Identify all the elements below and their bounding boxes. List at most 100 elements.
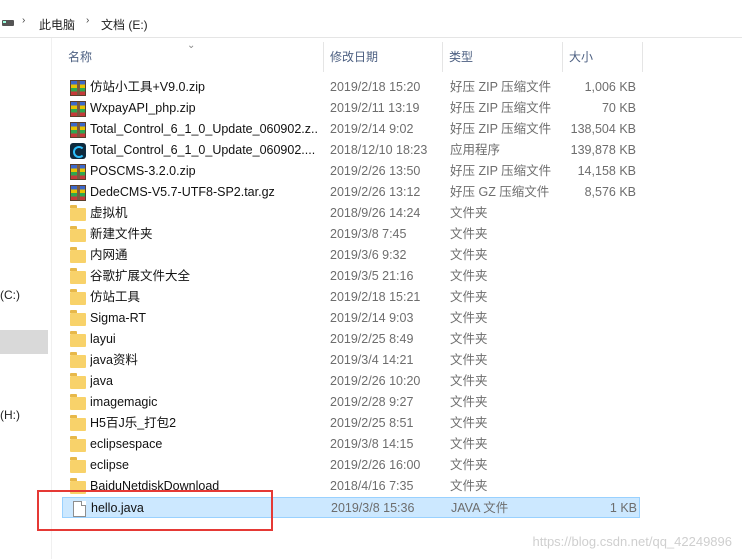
- file-size: [566, 245, 636, 266]
- file-name: 仿站工具: [90, 290, 141, 304]
- file-type: 好压 ZIP 压缩文件: [450, 164, 552, 178]
- zip-archive-icon: [70, 122, 86, 138]
- file-modified-date: 2018/9/26 14:24: [330, 206, 421, 220]
- file-row[interactable]: Total_Control_6_1_0_Update_060902.... 201…: [62, 140, 640, 161]
- nav-item-selected[interactable]: [0, 330, 48, 354]
- file-name: java: [90, 374, 113, 388]
- file-row[interactable]: layui 2019/2/25 8:49 文件夹: [62, 329, 640, 350]
- file-row[interactable]: eclipsespace 2019/3/8 14:15 文件夹: [62, 434, 640, 455]
- file-name: H5百J乐_打包2: [90, 416, 177, 430]
- folder-icon: [70, 352, 86, 368]
- folder-icon: [70, 373, 86, 389]
- file-type: 文件夹: [450, 248, 488, 262]
- file-size: [566, 413, 636, 434]
- file-row[interactable]: eclipse 2019/2/26 16:00 文件夹: [62, 455, 640, 476]
- file-modified-date: 2019/2/14 9:02: [330, 122, 414, 136]
- file-row[interactable]: 虚拟机 2018/9/26 14:24 文件夹: [62, 203, 640, 224]
- file-row[interactable]: WxpayAPI_php.zip 2019/2/11 13:19 好压 ZIP 压缩…: [62, 98, 640, 119]
- folder-icon: [70, 457, 86, 473]
- file-name: WxpayAPI_php.zip: [90, 101, 196, 115]
- file-type: 好压 ZIP 压缩文件: [450, 122, 552, 136]
- folder-icon: [70, 268, 86, 284]
- file-size: 14,158 KB: [577, 164, 636, 178]
- address-bar[interactable]: › 此电脑 › 文档 (E:): [0, 0, 742, 38]
- file-type: 文件夹: [450, 479, 488, 493]
- breadcrumb-this-pc[interactable]: 此电脑: [39, 16, 75, 33]
- file-name: POSCMS-3.2.0.zip: [90, 164, 196, 178]
- application-icon: [70, 143, 86, 159]
- file-row[interactable]: 新建文件夹 2019/3/8 7:45 文件夹: [62, 224, 640, 245]
- file-name: 内网通: [90, 248, 128, 262]
- file-size: [566, 287, 636, 308]
- file-size: 139,878 KB: [570, 143, 636, 157]
- folder-icon: [70, 205, 86, 221]
- folder-icon: [70, 289, 86, 305]
- file-name: DedeCMS-V5.7-UTF8-SP2.tar.gz: [90, 185, 275, 199]
- file-size: 1 KB: [609, 501, 637, 515]
- file-modified-date: 2019/2/11 13:19: [330, 101, 420, 115]
- file-row[interactable]: H5百J乐_打包2 2019/2/25 8:51 文件夹: [62, 413, 640, 434]
- file-modified-date: 2019/3/6 9:32: [330, 248, 407, 262]
- file-type: 文件夹: [450, 395, 488, 409]
- file-type: 文件夹: [450, 227, 488, 241]
- file-row[interactable]: java资料 2019/3/4 14:21 文件夹: [62, 350, 640, 371]
- nav-item-drive-c[interactable]: (C:): [0, 288, 20, 302]
- chevron-right-icon[interactable]: ›: [22, 15, 25, 26]
- file-modified-date: 2018/12/10 18:23: [330, 143, 428, 157]
- file-type: 文件夹: [450, 290, 488, 304]
- file-size: [566, 224, 636, 245]
- file-type: JAVA 文件: [451, 501, 509, 515]
- file-size: [566, 203, 636, 224]
- folder-icon: [70, 310, 86, 326]
- file-name: Sigma-RT: [90, 311, 147, 325]
- file-modified-date: 2019/2/25 8:49: [330, 332, 414, 346]
- file-modified-date: 2019/3/8 7:45: [330, 227, 407, 241]
- file-modified-date: 2019/3/5 21:16: [330, 269, 414, 283]
- column-header-name[interactable]: 名称: [62, 42, 324, 72]
- file-row[interactable]: 仿站工具 2019/2/18 15:21 文件夹: [62, 287, 640, 308]
- file-size: [566, 455, 636, 476]
- file-row[interactable]: DedeCMS-V5.7-UTF8-SP2.tar.gz 2019/2/26 13…: [62, 182, 640, 203]
- file-size: [566, 392, 636, 413]
- file-modified-date: 2019/2/28 9:27: [330, 395, 414, 409]
- column-header-date[interactable]: 修改日期: [324, 42, 443, 72]
- zip-archive-icon: [70, 185, 86, 201]
- file-name: eclipsespace: [90, 437, 163, 451]
- column-header-type[interactable]: 类型: [443, 42, 563, 72]
- file-modified-date: 2019/2/26 16:00: [330, 458, 421, 472]
- file-modified-date: 2019/2/26 13:50: [330, 164, 421, 178]
- file-type: 好压 ZIP 压缩文件: [450, 80, 552, 94]
- breadcrumb-drive-e[interactable]: 文档 (E:): [101, 16, 148, 33]
- highlight-annotation: [37, 490, 273, 531]
- zip-archive-icon: [70, 164, 86, 180]
- file-row[interactable]: POSCMS-3.2.0.zip 2019/2/26 13:50 好压 ZIP 压缩…: [62, 161, 640, 182]
- nav-item-drive-h[interactable]: (H:): [0, 408, 20, 422]
- file-row[interactable]: imagemagic 2019/2/28 9:27 文件夹: [62, 392, 640, 413]
- file-row[interactable]: Sigma-RT 2019/2/14 9:03 文件夹: [62, 308, 640, 329]
- file-size: 8,576 KB: [584, 185, 636, 199]
- file-modified-date: 2018/4/16 7:35: [330, 479, 414, 493]
- file-name: 仿站小工具+V9.0.zip: [90, 80, 205, 94]
- file-row[interactable]: Total_Control_6_1_0_Update_060902.z... 20…: [62, 119, 640, 140]
- file-row[interactable]: 谷歌扩展文件大全 2019/3/5 21:16 文件夹: [62, 266, 640, 287]
- file-row[interactable]: java 2019/2/26 10:20 文件夹: [62, 371, 640, 392]
- file-modified-date: 2019/2/25 8:51: [330, 416, 414, 430]
- column-header-size[interactable]: 大小: [563, 42, 643, 72]
- file-name: Total_Control_6_1_0_Update_060902....: [90, 143, 316, 157]
- chevron-right-icon[interactable]: ›: [86, 15, 89, 26]
- file-name: 新建文件夹: [90, 227, 153, 241]
- file-size: [566, 371, 636, 392]
- file-type: 文件夹: [450, 416, 488, 430]
- file-modified-date: 2019/2/26 13:12: [330, 185, 421, 199]
- zip-archive-icon: [70, 80, 86, 96]
- folder-icon: [70, 247, 86, 263]
- file-size: 1,006 KB: [584, 80, 636, 94]
- file-row[interactable]: 内网通 2019/3/6 9:32 文件夹: [62, 245, 640, 266]
- file-name: java资料: [90, 353, 138, 367]
- file-type: 文件夹: [450, 311, 488, 325]
- file-size: [566, 329, 636, 350]
- file-size: [566, 308, 636, 329]
- file-name: 谷歌扩展文件大全: [90, 269, 191, 283]
- file-size: 70 KB: [601, 101, 636, 115]
- file-row[interactable]: 仿站小工具+V9.0.zip 2019/2/18 15:20 好压 ZIP 压缩文件…: [62, 77, 640, 98]
